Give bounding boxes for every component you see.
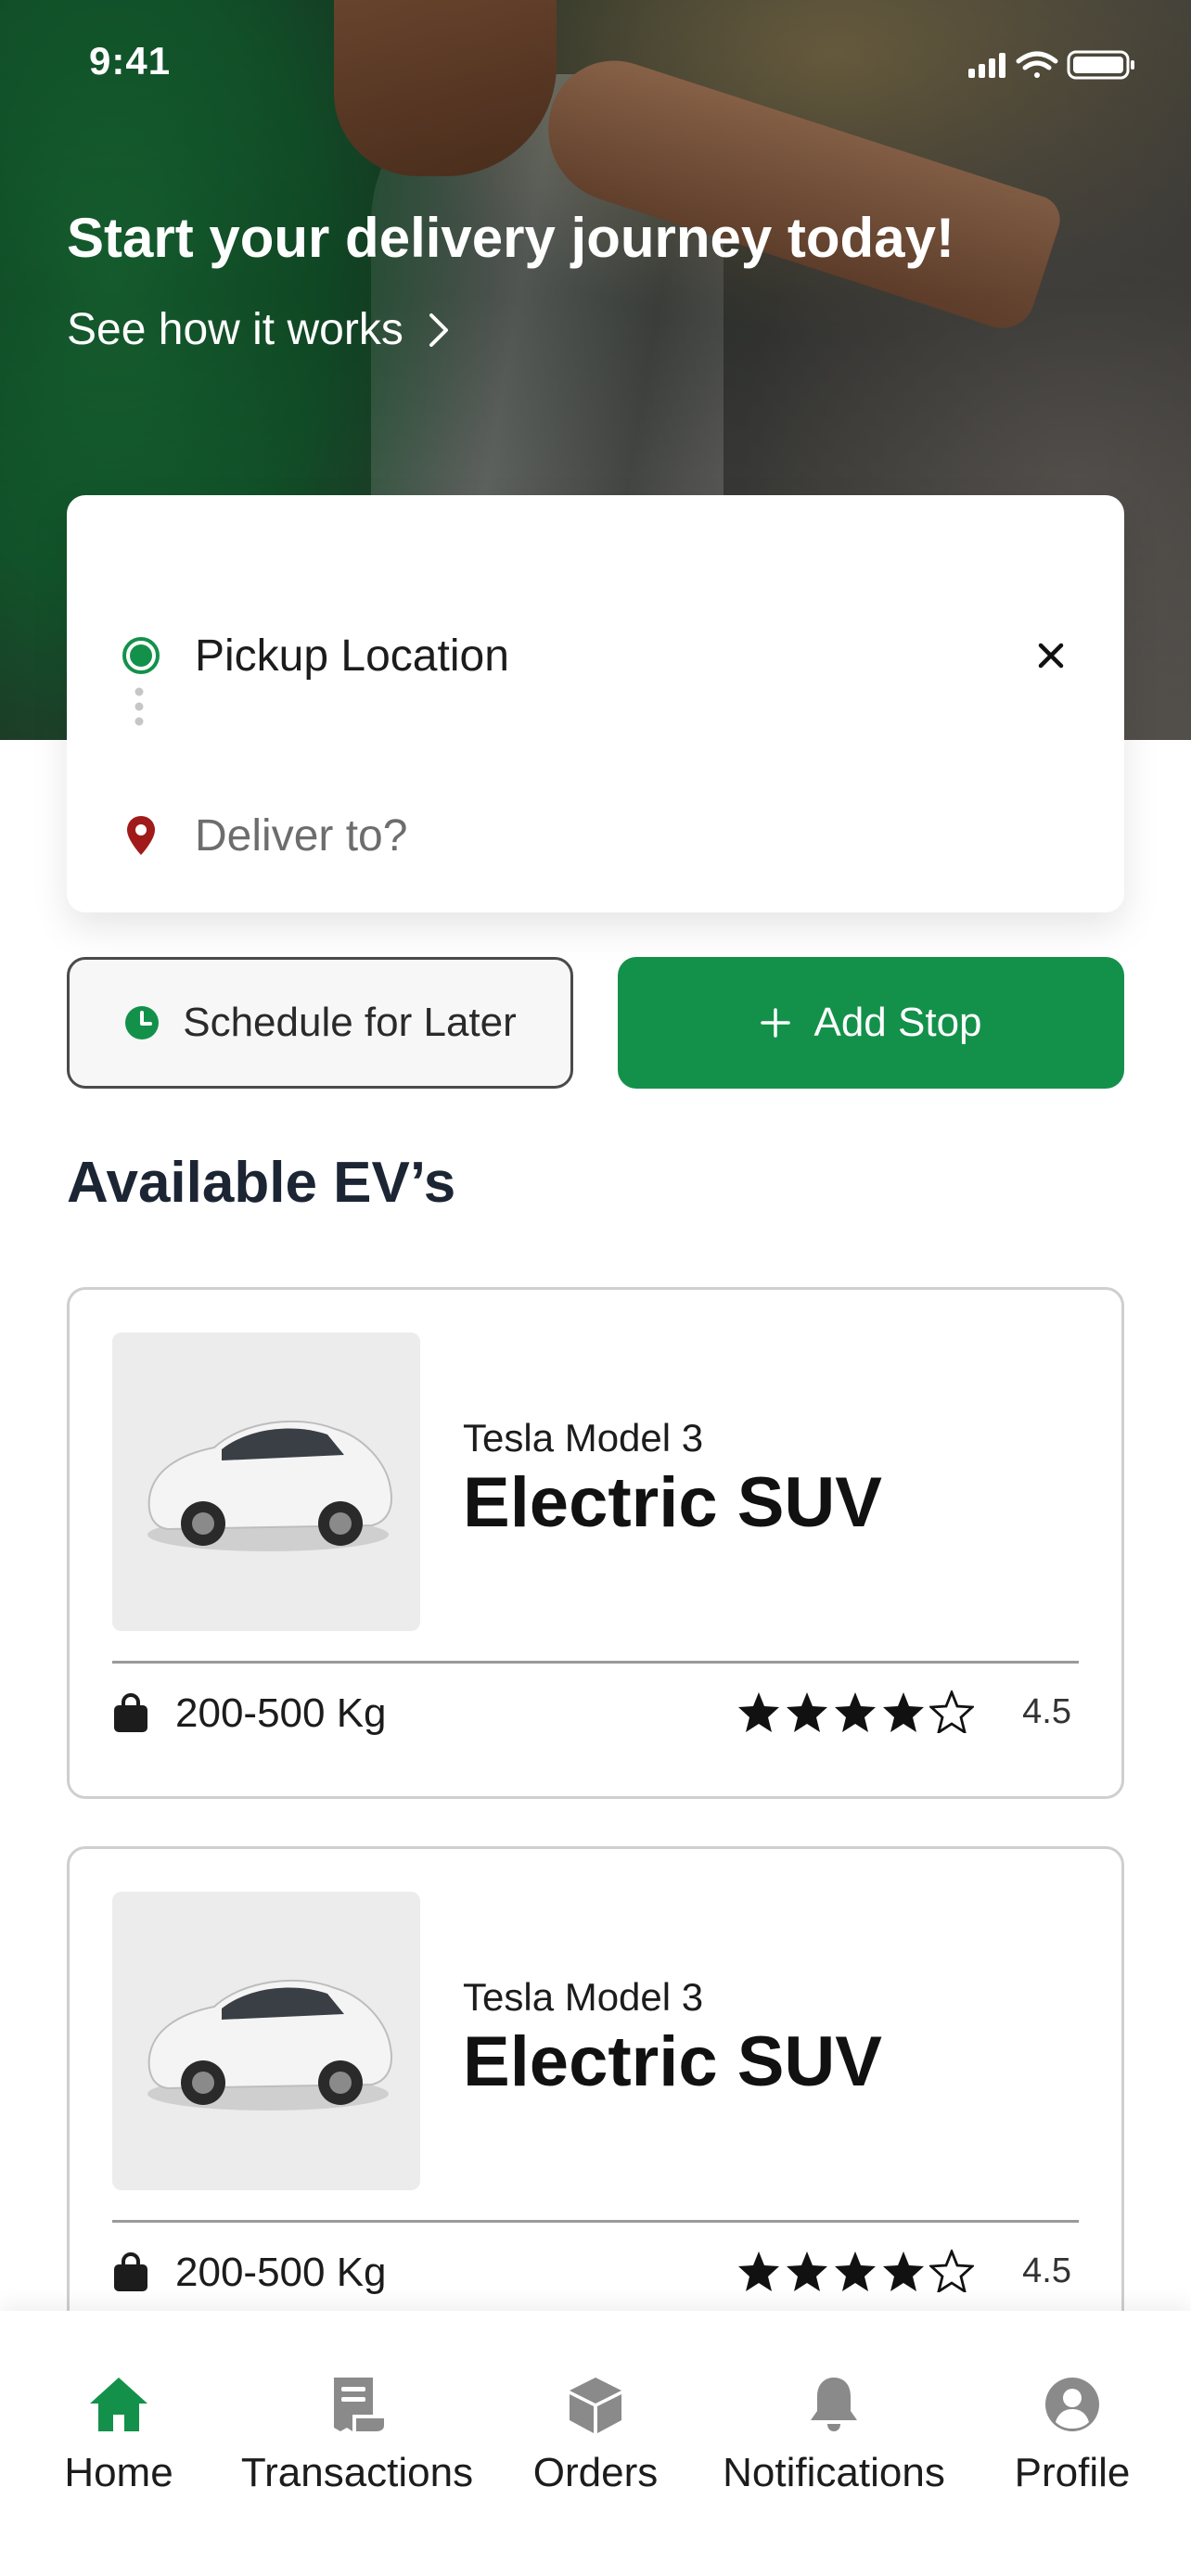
star-outline-icon	[929, 2250, 975, 2292]
nav-item-home[interactable]: Home	[0, 2372, 239, 2496]
ev-type: Electric SUV	[463, 1463, 882, 1542]
user-icon	[1045, 2378, 1099, 2431]
ev-card[interactable]: Tesla Model 3 Electric SUV 200-500 Kg 4.…	[67, 1846, 1124, 2358]
star-filled-icon	[787, 1692, 828, 1732]
schedule-for-later-button[interactable]: Schedule for Later	[67, 957, 573, 1089]
schedule-label: Schedule for Later	[183, 1000, 517, 1045]
signal-icon	[968, 53, 1005, 78]
star-filled-icon	[883, 2251, 925, 2291]
nav-label-home: Home	[64, 2450, 173, 2495]
ev-model: Tesla Model 3	[463, 1416, 704, 1460]
nav-item-orders[interactable]: Orders	[475, 2372, 716, 2496]
pickup-location-field[interactable]: Pickup Location	[67, 614, 1124, 697]
route-connector-dots	[134, 687, 144, 726]
plus-icon	[761, 1008, 791, 1038]
ev-capacity-value: 200-500 Kg	[175, 2250, 387, 2295]
star-outline-icon	[929, 1690, 975, 1733]
route-card: Pickup Location Deliver to?	[67, 495, 1124, 912]
ev-type: Electric SUV	[463, 2022, 882, 2101]
car-icon	[147, 1979, 392, 2111]
pickup-location-label: Pickup Location	[195, 631, 509, 681]
bottom-nav: Home Transactions Orders Notifications P…	[0, 2311, 1191, 2576]
wifi-icon	[1016, 51, 1058, 78]
divider	[112, 1661, 1079, 1664]
rating-stars	[736, 1690, 975, 1733]
box-icon	[570, 2378, 621, 2433]
ev-rating: 4.5	[736, 1690, 1071, 1733]
car-icon	[147, 1420, 392, 1551]
star-filled-icon	[787, 2251, 828, 2291]
hero-link-label: See how it works	[67, 305, 403, 354]
nav-label-transactions: Transactions	[240, 2450, 474, 2495]
nav-item-transactions[interactable]: Transactions	[237, 2372, 478, 2496]
deliver-to-placeholder: Deliver to?	[195, 810, 408, 861]
ev-capacity-value: 200-500 Kg	[175, 1690, 387, 1736]
nav-label-orders: Orders	[532, 2450, 659, 2495]
status-icons	[968, 50, 1134, 80]
nav-item-notifications[interactable]: Notifications	[713, 2372, 954, 2496]
status-bar: 9:41	[0, 0, 1191, 121]
ev-capacity: 200-500 Kg	[112, 2250, 387, 2296]
nav-item-profile[interactable]: Profile	[952, 2372, 1191, 2496]
location-pin-icon	[127, 816, 155, 855]
pickup-dot-icon	[122, 637, 160, 674]
chevron-right-icon	[429, 312, 448, 347]
bag-icon	[114, 2252, 147, 2291]
battery-icon	[1067, 50, 1134, 80]
star-filled-icon	[835, 1692, 877, 1732]
car-image	[112, 1333, 420, 1631]
see-how-it-works-link[interactable]: See how it works	[67, 304, 450, 355]
receipt-icon	[334, 2378, 384, 2431]
ev-model: Tesla Model 3	[463, 1975, 704, 2019]
bag-icon	[114, 1693, 147, 1732]
rating-value: 4.5	[1022, 1691, 1071, 1731]
clock-icon	[125, 1006, 160, 1039]
rating-value: 4.5	[1022, 2251, 1071, 2290]
ev-capacity: 200-500 Kg	[112, 1690, 387, 1737]
star-filled-icon	[738, 2251, 780, 2291]
ev-card[interactable]: Tesla Model 3 Electric SUV 200-500 Kg 4.…	[67, 1287, 1124, 1799]
star-filled-icon	[835, 2251, 877, 2291]
close-icon[interactable]	[1035, 640, 1067, 671]
rating-stars	[736, 2250, 975, 2292]
hero-title: Start your delivery journey today!	[67, 207, 954, 269]
car-image	[112, 1892, 420, 2190]
deliver-to-field[interactable]: Deliver to?	[67, 794, 1124, 877]
star-filled-icon	[738, 1692, 780, 1732]
status-time: 9:41	[89, 39, 172, 83]
bell-icon	[811, 2378, 857, 2431]
home-icon	[90, 2378, 147, 2431]
divider	[112, 2220, 1079, 2223]
available-evs-title: Available EV’s	[67, 1151, 456, 1215]
add-stop-label: Add Stop	[813, 1000, 982, 1045]
nav-label-profile: Profile	[1014, 2450, 1131, 2495]
star-filled-icon	[883, 1692, 925, 1732]
ev-rating: 4.5	[736, 2250, 1071, 2292]
nav-label-notifications: Notifications	[723, 2450, 945, 2495]
add-stop-button[interactable]: Add Stop	[618, 957, 1124, 1089]
